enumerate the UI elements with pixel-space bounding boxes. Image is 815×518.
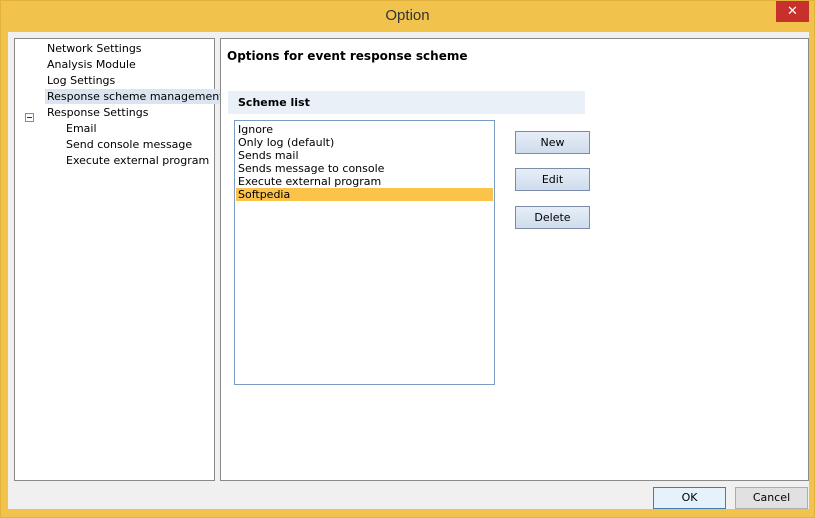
scheme-item-sends-mail[interactable]: Sends mail (236, 149, 493, 162)
tree-item-response-settings[interactable]: Response Settings (45, 105, 150, 120)
dialog-client-area: Network Settings Analysis Module Log Set… (8, 32, 809, 509)
tree-item-send-console-message[interactable]: Send console message (64, 137, 194, 152)
scheme-item-execute-external-program[interactable]: Execute external program (236, 175, 493, 188)
tree-item-log-settings[interactable]: Log Settings (45, 73, 117, 88)
close-icon: ✕ (787, 4, 798, 19)
tree-item-email[interactable]: Email (64, 121, 99, 136)
option-dialog-window: Option ✕ Network Settings Analysis Modul… (0, 0, 815, 518)
new-button[interactable]: New (515, 131, 590, 154)
tree-item-network-settings[interactable]: Network Settings (45, 41, 144, 56)
collapse-icon[interactable] (25, 113, 34, 122)
scheme-list-title: Scheme list (238, 96, 310, 109)
tree-item-response-scheme-management[interactable]: Response scheme management (45, 89, 226, 104)
tree-item-execute-external-program[interactable]: Execute external program (64, 153, 211, 168)
settings-tree: Network Settings Analysis Module Log Set… (14, 38, 226, 481)
scheme-item-sends-message-to-console[interactable]: Sends message to console (236, 162, 493, 175)
tree-item-analysis-module[interactable]: Analysis Module (45, 57, 138, 72)
scheme-item-only-log[interactable]: Only log (default) (236, 136, 493, 149)
scheme-listbox[interactable]: Ignore Only log (default) Sends mail Sen… (234, 120, 495, 385)
title-bar[interactable]: Option ✕ (1, 1, 814, 32)
delete-button[interactable]: Delete (515, 206, 590, 229)
scheme-list-group-header: Scheme list (228, 91, 585, 114)
options-panel: Options for event response scheme Scheme… (220, 38, 809, 481)
ok-button[interactable]: OK (653, 487, 726, 509)
scheme-item-ignore[interactable]: Ignore (236, 123, 493, 136)
panel-heading: Options for event response scheme (227, 49, 468, 63)
cancel-button[interactable]: Cancel (735, 487, 808, 509)
scheme-item-softpedia[interactable]: Softpedia (236, 188, 493, 201)
close-button[interactable]: ✕ (776, 1, 809, 22)
edit-button[interactable]: Edit (515, 168, 590, 191)
window-title: Option (385, 7, 430, 24)
